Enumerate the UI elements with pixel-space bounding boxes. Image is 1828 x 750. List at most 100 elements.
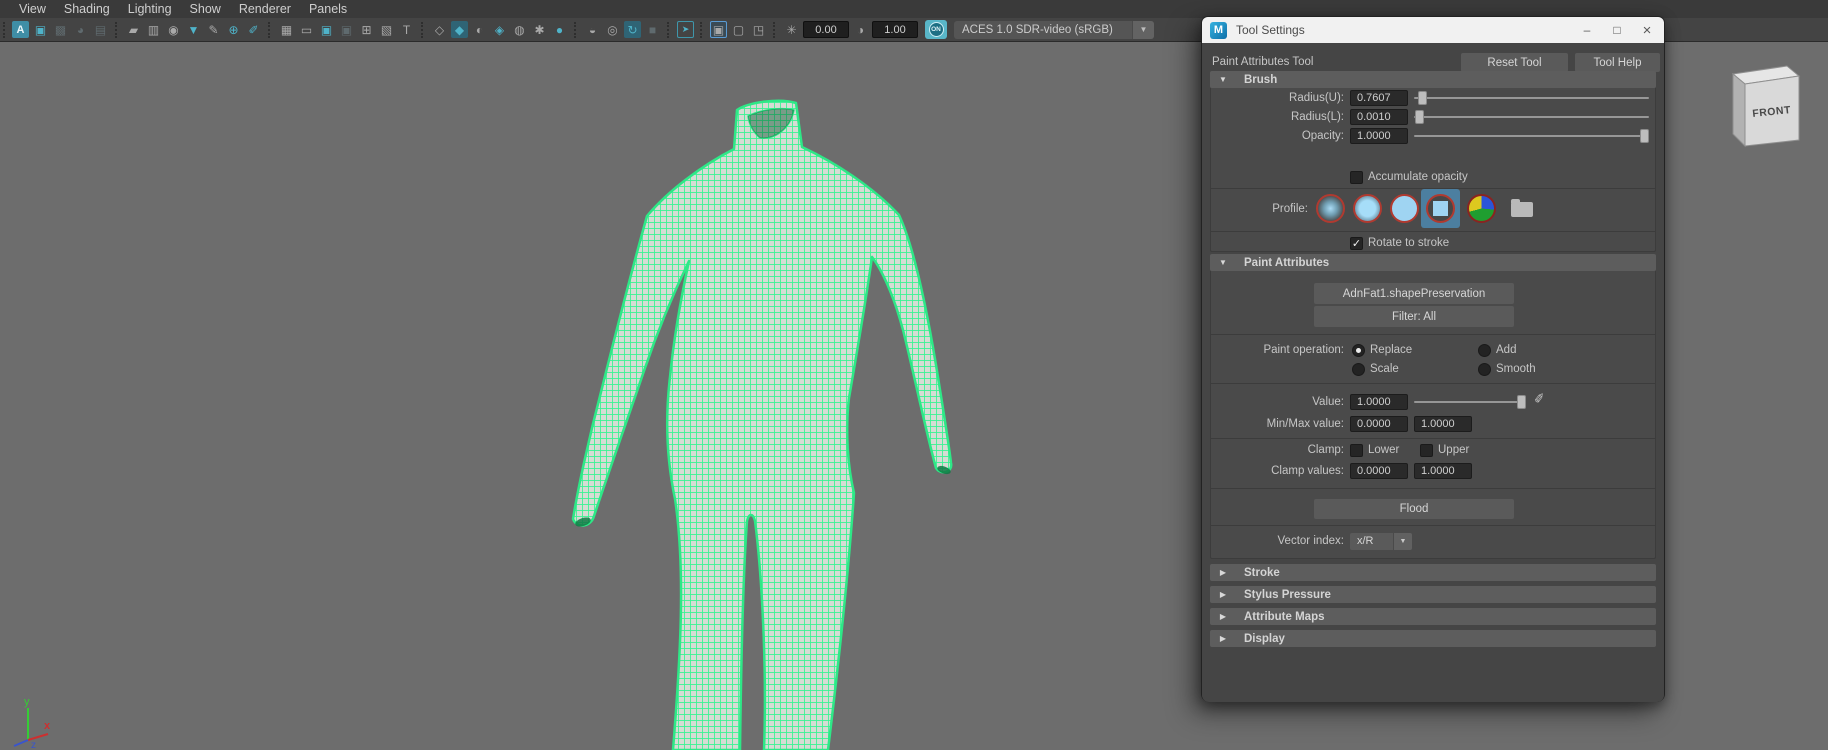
opacity-slider[interactable] [1414,128,1649,144]
box-arrow-icon[interactable]: ◳ [750,21,767,38]
default-light-icon[interactable]: ✱ [531,21,548,38]
radius-u-slider-handle[interactable] [1418,91,1427,105]
replace-radio[interactable] [1352,344,1365,357]
textured-mode-icon[interactable]: ◈ [491,21,508,38]
brush-profile-gaussian-icon[interactable] [1316,194,1345,223]
close-button[interactable]: × [1632,17,1662,43]
view-transform-dropdown[interactable]: ACES 1.0 SDR-video (sRGB) ▼ [954,21,1154,39]
brush-profile-soft-icon[interactable] [1353,194,1382,223]
value-slider[interactable] [1414,394,1526,410]
radius-l-field[interactable]: 0.0010 [1350,109,1408,125]
camera-attributes-icon[interactable]: ◉ [165,21,182,38]
gate-mask-icon[interactable]: ▣ [338,21,355,38]
smooth-radio[interactable] [1478,363,1491,376]
menu-show[interactable]: Show [181,2,230,16]
menu-lighting[interactable]: Lighting [119,2,181,16]
wireframe-mode-icon[interactable]: ◇ [431,21,448,38]
value-slider-handle[interactable] [1517,395,1526,409]
bookmark-icon[interactable]: ▼ [185,21,202,38]
a-badge-icon[interactable]: A [12,21,29,38]
radius-u-slider[interactable] [1414,90,1649,106]
radius-u-slider-track[interactable] [1414,97,1649,99]
radius-l-slider-handle[interactable] [1415,110,1424,124]
brush-profile-image-icon[interactable] [1467,194,1496,223]
frame-icon[interactable]: ▣ [32,21,49,38]
opacity-slider-handle[interactable] [1640,129,1649,143]
color-sphere-icon[interactable]: ◕ [72,21,89,38]
stroke-section-header[interactable]: ▶ Stroke [1210,564,1656,581]
flood-button[interactable]: Flood [1314,499,1514,519]
attribute-maps-section-header[interactable]: ▶ Attribute Maps [1210,608,1656,625]
display-section-header[interactable]: ▶ Display [1210,630,1656,647]
vector-index-dropdown[interactable]: x/R [1350,533,1393,550]
minimize-button[interactable]: – [1572,17,1602,43]
depth-peel-icon[interactable]: ■ [644,21,661,38]
radius-u-field[interactable]: 0.7607 [1350,90,1408,106]
camera-icon[interactable]: ▰ [125,21,142,38]
anti-alias-icon[interactable]: ↻ [624,21,641,38]
value-slider-track[interactable] [1414,401,1526,403]
occlusion-icon[interactable]: ◒ [584,21,601,38]
toolbar-grip[interactable] [3,22,7,38]
clamp-upper-checkbox[interactable] [1420,444,1433,457]
accumulate-opacity-checkbox[interactable] [1350,171,1363,184]
min-value-field[interactable]: 0.0000 [1350,416,1408,432]
grid-icon[interactable]: ▦ [278,21,295,38]
field-chart-icon[interactable]: ⊞ [358,21,375,38]
clamp-lower-checkbox[interactable] [1350,444,1363,457]
opacity-slider-track[interactable] [1414,135,1649,137]
opacity-field[interactable]: 1.0000 [1350,128,1408,144]
rotate-to-stroke-checkbox[interactable]: ✓ [1350,237,1363,250]
exposure-field[interactable]: 0.00 [803,21,849,38]
menu-panels[interactable]: Panels [300,2,356,16]
film-gate-icon[interactable]: ▭ [298,21,315,38]
brush-profile-solid-icon[interactable] [1390,194,1419,223]
image-stack-icon[interactable]: ▤ [92,21,109,38]
resolution-gate-icon[interactable]: ▣ [318,21,335,38]
brush-section-header[interactable]: ▼ Brush [1210,71,1656,88]
menu-shading[interactable]: Shading [55,2,119,16]
clamp-max-field[interactable]: 1.0000 [1414,463,1472,479]
xray-joints-icon[interactable]: ▢ [730,21,747,38]
tool-settings-titlebar[interactable]: M Tool Settings – □ × [1202,17,1664,43]
attribute-select-button[interactable]: AdnFat1.shapePreservation [1314,283,1514,304]
menu-renderer[interactable]: Renderer [230,2,300,16]
value-field[interactable]: 1.0000 [1350,394,1408,410]
motion-blur-icon[interactable]: ◎ [604,21,621,38]
zoom-region-icon[interactable]: ⊕ [225,21,242,38]
image-plane-icon[interactable]: ✎ [205,21,222,38]
exposure-icon[interactable]: ✳ [783,21,800,38]
scale-radio[interactable] [1352,363,1365,376]
wireframe-on-shaded-icon[interactable]: ◐ [471,21,488,38]
contrast-field[interactable]: 1.00 [872,21,918,38]
tool-help-button[interactable]: Tool Help [1575,53,1660,72]
use-all-lights-icon[interactable]: ◍ [511,21,528,38]
radius-l-slider[interactable] [1414,109,1649,125]
grease-pencil-icon[interactable]: ✐ [245,21,262,38]
stylus-pressure-section-header[interactable]: ▶ Stylus Pressure [1210,586,1656,603]
clamp-min-field[interactable]: 0.0000 [1350,463,1408,479]
safe-title-icon[interactable]: T [398,21,415,38]
camera-lock-icon[interactable]: ▥ [145,21,162,38]
view-cube[interactable]: FRONT [1725,62,1809,152]
eyedropper-icon[interactable]: ✐ [1533,390,1546,407]
menu-view[interactable]: View [10,2,55,16]
gamma-on-button[interactable]: ON [925,20,947,39]
chevron-down-icon[interactable]: ▼ [1393,533,1412,550]
safe-action-icon[interactable]: ▧ [378,21,395,38]
contrast-icon[interactable]: ◑ [852,21,869,38]
reset-tool-button[interactable]: Reset Tool [1461,53,1568,72]
maximize-button[interactable]: □ [1602,17,1632,43]
view-cube-left-face[interactable] [1733,74,1745,146]
filter-button[interactable]: Filter: All [1314,306,1514,327]
paint-attributes-section-header[interactable]: ▼ Paint Attributes [1210,254,1656,271]
isolate-select-icon[interactable]: ➤ [677,21,694,38]
brush-profile-square-icon[interactable] [1426,194,1455,223]
add-radio[interactable] [1478,344,1491,357]
layer-stack-icon[interactable]: ▩ [52,21,69,38]
browse-profile-folder-icon[interactable] [1511,202,1533,217]
smooth-shade-mode-icon[interactable]: ◆ [451,21,468,38]
radius-l-slider-track[interactable] [1414,116,1649,118]
xray-icon[interactable]: ▣ [710,21,727,38]
max-value-field[interactable]: 1.0000 [1414,416,1472,432]
